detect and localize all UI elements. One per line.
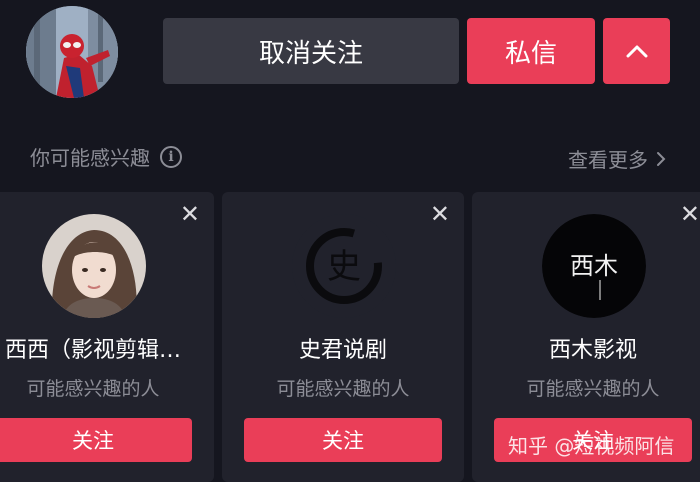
suggestions-heading: 你可能感兴趣 i — [30, 142, 182, 171]
profile-avatar[interactable] — [26, 6, 118, 98]
watermark: 知乎 @短视频阿信 — [508, 434, 675, 458]
avatar[interactable]: 史 — [292, 214, 396, 318]
card-subtitle: 可能感兴趣的人 — [26, 378, 160, 400]
close-icon[interactable]: ✕ — [430, 202, 450, 226]
see-more-label: 查看更多 — [568, 148, 648, 172]
message-button[interactable]: 私信 — [467, 18, 595, 84]
see-more-link[interactable]: 查看更多 — [568, 144, 666, 173]
chevron-up-icon — [626, 45, 647, 58]
suggestions-title: 你可能感兴趣 — [30, 146, 150, 170]
avatar[interactable]: 西木 — [542, 214, 646, 318]
card-name: 西木影视 — [548, 338, 637, 363]
chevron-right-icon — [657, 151, 666, 166]
card-name: 西西（影视剪辑… — [4, 338, 181, 363]
follow-button[interactable]: 关注 — [244, 418, 442, 462]
card-subtitle: 可能感兴趣的人 — [276, 378, 410, 400]
suggestion-card[interactable]: ✕ 史 史君说剧 可能感兴趣的人 关注 — [222, 192, 464, 482]
avatar[interactable] — [42, 214, 146, 318]
expand-button[interactable] — [603, 18, 670, 84]
follow-button[interactable]: 关注 — [0, 418, 192, 462]
avatar-text: 西木 — [570, 252, 618, 280]
ximu-logo: 西木 — [542, 214, 646, 318]
card-subtitle: 可能感兴趣的人 — [526, 378, 660, 400]
unfollow-button[interactable]: 取消关注 — [163, 18, 459, 84]
woman-avatar-image — [42, 214, 146, 318]
suggestion-card[interactable]: ✕ 西西（影视剪辑… 可能感兴趣的人 关注 — [0, 192, 214, 482]
spiderman-avatar-image — [26, 6, 118, 98]
close-icon[interactable]: ✕ — [180, 202, 200, 226]
info-icon[interactable]: i — [160, 145, 182, 168]
card-name: 史君说剧 — [298, 338, 387, 363]
avatar-text: 史 — [327, 247, 361, 287]
brush-circle-logo: 史 — [292, 214, 396, 318]
close-icon[interactable]: ✕ — [680, 202, 700, 226]
